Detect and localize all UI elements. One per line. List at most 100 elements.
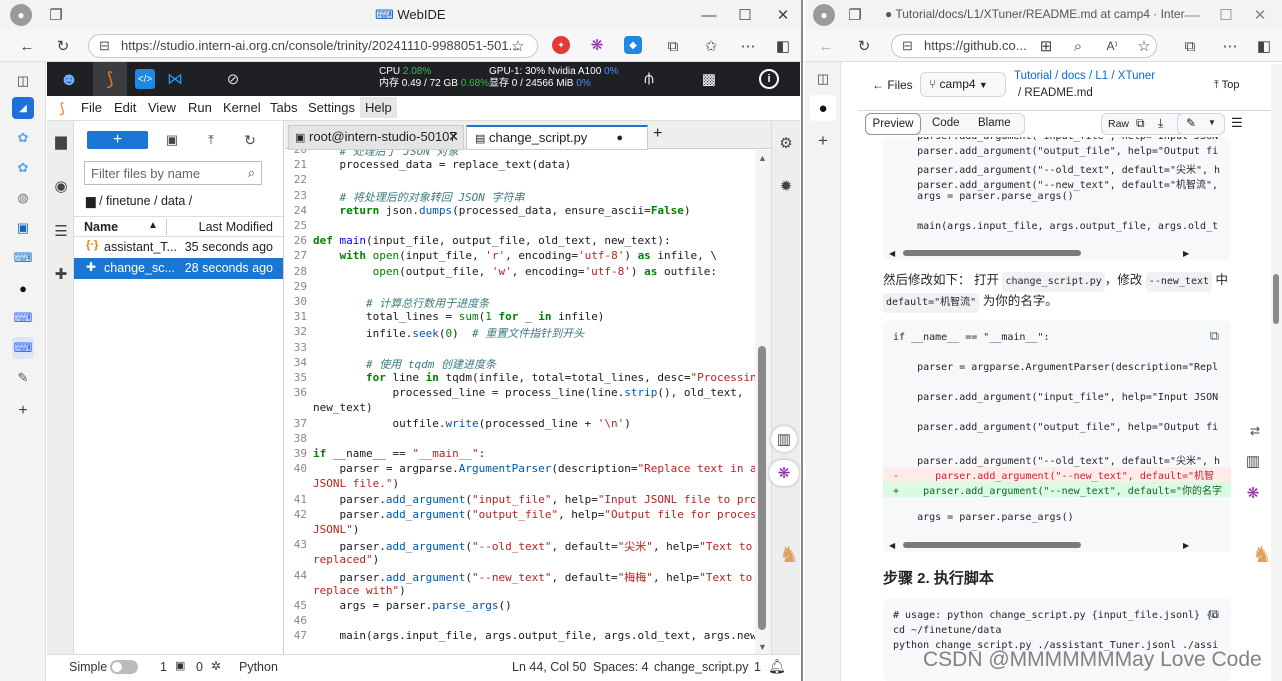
code-line[interactable]: processed_data = replace_text(data) bbox=[313, 158, 571, 171]
copilot-floating-icon[interactable]: ❋ bbox=[769, 460, 799, 486]
split-screen-icon[interactable]: ◧ bbox=[772, 35, 794, 57]
file-row-selected[interactable]: ✚ change_sc... 28 seconds ago bbox=[74, 258, 283, 279]
code-line[interactable]: JSONL") bbox=[313, 523, 359, 536]
blame-tab[interactable]: Blame bbox=[978, 117, 1011, 129]
running-kernels-icon[interactable]: ◉ bbox=[51, 176, 71, 196]
refresh-icon-right[interactable]: ↻ bbox=[853, 35, 875, 57]
filter-input[interactable]: Filter files by name ⌕ bbox=[84, 161, 262, 185]
favorite-star-icon-right[interactable]: ☆ bbox=[1133, 35, 1155, 57]
copy-code-icon[interactable]: ⧉ bbox=[1210, 328, 1219, 344]
code-line[interactable]: parser.add_argument("--new_text", defaul… bbox=[313, 569, 752, 585]
favorites-icon[interactable]: ✩ bbox=[700, 35, 722, 57]
minimize-icon-right[interactable]: — bbox=[1181, 4, 1203, 26]
copilot-icon[interactable]: ❋ bbox=[588, 36, 606, 54]
image-icon[interactable]: ▩ bbox=[699, 69, 719, 89]
scroll-thumb[interactable] bbox=[758, 346, 766, 630]
edit-chevron-icon[interactable]: ▼ bbox=[1208, 118, 1216, 127]
refresh-files-icon[interactable]: ↻ bbox=[240, 130, 260, 150]
translate-floating-icon[interactable]: ⇄ bbox=[1243, 420, 1267, 442]
reader-floating-icon-right[interactable]: ▥ bbox=[1241, 450, 1265, 472]
code-hscroll-thumb[interactable] bbox=[903, 250, 1081, 256]
copy-code-icon[interactable]: ⧉ bbox=[1210, 606, 1219, 622]
tab-favicon-5-icon[interactable]: ⌨ bbox=[12, 247, 34, 269]
top-button[interactable]: ⤒ Top bbox=[1214, 79, 1239, 92]
copy-raw-icon[interactable]: ⧉ bbox=[1136, 116, 1145, 131]
maximize-icon[interactable]: ☐ bbox=[734, 4, 756, 26]
cursor-position[interactable]: Ln 44, Col 50 bbox=[512, 660, 586, 674]
branch-selector[interactable]: ⑂ camp4 ▼ bbox=[920, 72, 1006, 97]
code-line[interactable]: if __name__ == "__main__": bbox=[313, 447, 485, 460]
indent-setting[interactable]: Spaces: 4 bbox=[593, 660, 649, 674]
extensions-icon-right[interactable]: ⧉ bbox=[1179, 35, 1201, 57]
tab-favicon-6-icon[interactable]: ⌨ bbox=[12, 307, 34, 329]
menu-edit[interactable]: Edit bbox=[114, 100, 136, 115]
menu-run[interactable]: Run bbox=[188, 100, 212, 115]
code-line[interactable]: new_text) bbox=[313, 401, 373, 414]
extension-blue-icon[interactable]: ◆ bbox=[624, 36, 642, 54]
code-tab[interactable]: Code bbox=[932, 117, 960, 129]
code-line[interactable]: parser = argparse.ArgumentParser(descrip… bbox=[313, 462, 755, 475]
kernel-status-icon[interactable]: ✲ bbox=[211, 659, 221, 673]
extension-red-icon[interactable]: ✦ bbox=[552, 36, 570, 54]
site-info-icon-right[interactable]: ⊟ bbox=[902, 35, 913, 57]
scroll-right-icon[interactable]: ▶ bbox=[1183, 541, 1189, 550]
scroll-down-icon[interactable]: ▼ bbox=[758, 642, 767, 652]
scroll-left-icon[interactable]: ◀ bbox=[889, 249, 895, 258]
scroll-left-icon[interactable]: ◀ bbox=[889, 541, 895, 550]
file-row[interactable]: {·} assistant_T... 35 seconds ago bbox=[74, 237, 283, 258]
tab-actions-icon-right[interactable]: ❐ bbox=[845, 5, 865, 25]
code-hscroll-thumb[interactable] bbox=[903, 542, 1081, 548]
code-line[interactable]: parser.add_argument("input_file", help="… bbox=[313, 493, 755, 506]
tab-favicon-4-icon[interactable]: ▣ bbox=[12, 217, 34, 239]
mascot-icon[interactable]: ♞ bbox=[778, 527, 800, 582]
new-launcher-button[interactable]: + bbox=[87, 131, 148, 149]
code-line[interactable]: with open(input_file, 'r', encoding='utf… bbox=[313, 249, 718, 262]
menu-settings[interactable]: Settings bbox=[308, 100, 355, 115]
code-app-icon[interactable]: </> bbox=[135, 69, 155, 89]
code-line[interactable]: # 计算总行数用于进度条 bbox=[313, 295, 489, 311]
menu-file[interactable]: File bbox=[81, 100, 102, 115]
code-line[interactable]: JSONL file.") bbox=[313, 477, 399, 490]
scroll-up-icon[interactable]: ▲ bbox=[758, 153, 767, 163]
terminal-count-icon[interactable]: ▣ bbox=[175, 659, 185, 672]
tab-favicon-3-icon[interactable]: ◍ bbox=[12, 187, 34, 209]
add-tab-button[interactable]: + bbox=[653, 125, 662, 143]
code-line[interactable]: parser.add_argument("--old_text", defaul… bbox=[313, 538, 755, 554]
menu-view[interactable]: View bbox=[148, 100, 176, 115]
site-info-icon[interactable]: ⊟ bbox=[99, 35, 110, 57]
download-icon[interactable]: ⤓ bbox=[1158, 116, 1163, 131]
github-tab-icon[interactable]: ● bbox=[12, 277, 34, 299]
col-modified-header[interactable]: Last Modified bbox=[199, 220, 273, 234]
new-folder-icon[interactable]: ▣ bbox=[162, 130, 182, 150]
add-tab-icon-right[interactable]: + bbox=[812, 130, 834, 152]
tab-actions-icon[interactable]: ❐ bbox=[46, 5, 66, 25]
more-menu-icon[interactable]: ⋯ bbox=[737, 35, 759, 57]
read-aloud-icon[interactable]: A⁾ bbox=[1101, 35, 1123, 57]
vertical-tabs-icon[interactable]: ◫ bbox=[12, 70, 34, 92]
menu-help[interactable]: Help bbox=[360, 97, 397, 118]
mascot-icon-right[interactable]: ♞ bbox=[1251, 527, 1273, 582]
menu-tabs[interactable]: Tabs bbox=[270, 100, 297, 115]
kernel-name[interactable]: Python bbox=[239, 660, 278, 674]
extensions-puzzle-icon[interactable]: ✚ bbox=[51, 264, 71, 284]
back-icon-right[interactable]: ← bbox=[815, 35, 837, 57]
debugger-icon[interactable]: ✹ bbox=[776, 176, 796, 196]
code-editor[interactable]: 20 # 处理后了 JSON 对象21 processed_data = rep… bbox=[285, 150, 755, 654]
fork-icon[interactable]: ⫛ bbox=[639, 69, 659, 89]
back-icon[interactable]: ← bbox=[16, 35, 38, 57]
code-line[interactable]: processed_line = process_line(line.strip… bbox=[313, 386, 743, 399]
folder-icon[interactable]: ▆ bbox=[51, 131, 71, 151]
tab-terminal[interactable]: ▣ root@intern-studio-50107 ✕ bbox=[288, 125, 464, 150]
notification-bell-icon[interactable]: 🔔︎ bbox=[768, 658, 786, 675]
zoom-icon[interactable]: ⌕ bbox=[1067, 35, 1089, 57]
reader-floating-icon[interactable]: ▥ bbox=[771, 426, 797, 452]
close-window-icon-right[interactable]: ✕ bbox=[1249, 4, 1271, 26]
copilot-floating-icon-right[interactable]: ❋ bbox=[1241, 482, 1265, 504]
unsaved-dot-icon[interactable]: ● bbox=[616, 127, 623, 149]
split-screen-icon-right[interactable]: ◧ bbox=[1253, 35, 1275, 57]
code-line[interactable]: replaced") bbox=[313, 553, 379, 566]
code-line[interactable]: outfile.write(processed_line + '\n') bbox=[313, 417, 630, 430]
code-line[interactable]: infile.seek(0) # 重置文件指针到开头 bbox=[313, 325, 584, 341]
page-scroll-thumb[interactable] bbox=[1273, 274, 1279, 324]
simple-mode-toggle[interactable] bbox=[110, 660, 138, 674]
